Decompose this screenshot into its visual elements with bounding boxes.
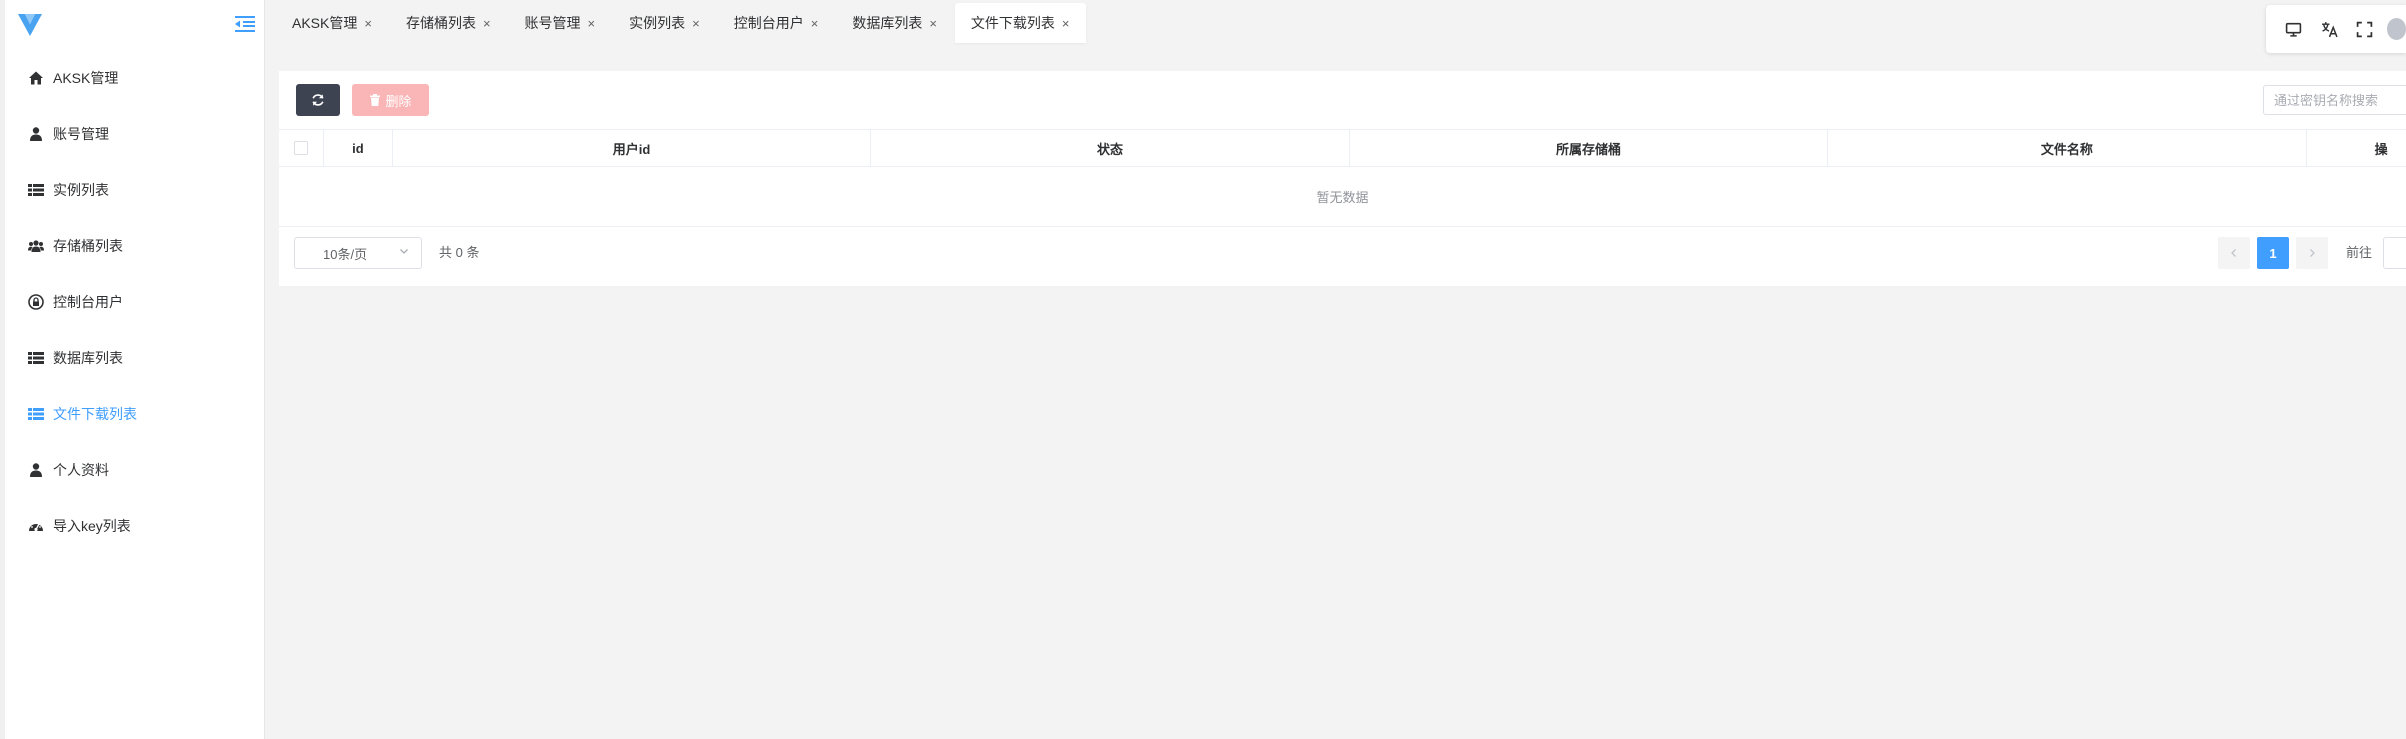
tab-label: 控制台用户 (733, 15, 804, 31)
sidebar-menu: AKSK管理 账号管理 实例列表 存储桶列表 控制台用户 数据库列表 文件下载列… (5, 50, 264, 554)
users-icon (27, 237, 45, 255)
close-icon[interactable]: × (929, 16, 937, 31)
list-icon (27, 405, 45, 423)
tab-aksk[interactable]: AKSK管理 × (276, 3, 388, 43)
sidebar-item-label: 文件下载列表 (53, 406, 137, 422)
select-all-header (279, 130, 325, 166)
sidebar-header (5, 0, 264, 50)
sidebar-item-label: 实例列表 (53, 182, 109, 198)
refresh-icon (312, 94, 324, 106)
tab-databases[interactable]: 数据库列表 × (836, 3, 953, 43)
trash-icon (370, 94, 381, 106)
column-header-status[interactable]: 状态 (871, 130, 1350, 166)
screen-icon[interactable] (2276, 9, 2312, 49)
sidebar-item-buckets[interactable]: 存储桶列表 (5, 218, 264, 274)
home-icon (27, 69, 45, 87)
header-toolbar (2266, 5, 2406, 53)
sidebar-item-label: 存储桶列表 (53, 238, 123, 254)
tab-file-downloads[interactable]: 文件下载列表 × (954, 3, 1086, 43)
dashboard-icon (27, 517, 45, 535)
sidebar-item-aksk[interactable]: AKSK管理 (5, 50, 264, 106)
pagination: 10条/页 共 0 条 1 前往 (279, 228, 2406, 278)
goto-label: 前往 (2346, 245, 2373, 260)
chevron-right-icon (2310, 249, 2315, 257)
user-icon (27, 461, 45, 479)
refresh-button[interactable] (296, 84, 340, 116)
page-size-value: 10条/页 (323, 246, 368, 262)
tab-label: AKSK管理 (292, 15, 358, 31)
page-number-button[interactable]: 1 (2257, 237, 2289, 269)
list-icon (27, 349, 45, 367)
search-input[interactable] (2263, 85, 2406, 115)
column-header-file-name[interactable]: 文件名称 (1828, 130, 2307, 166)
delete-button[interactable]: 删除 (352, 84, 429, 116)
sidebar-item-accounts[interactable]: 账号管理 (5, 106, 264, 162)
chevron-left-icon (2231, 249, 2236, 257)
tabs-bar: AKSK管理 × 存储桶列表 × 账号管理 × 实例列表 × 控制台用户 × 数… (276, 0, 1088, 46)
chevron-down-icon (400, 249, 408, 254)
sidebar-item-profile[interactable]: 个人资料 (5, 442, 264, 498)
sidebar-item-console-users[interactable]: 控制台用户 (5, 274, 264, 330)
sidebar-item-instances[interactable]: 实例列表 (5, 162, 264, 218)
close-icon[interactable]: × (811, 16, 819, 31)
column-header-actions[interactable]: 操 (2307, 130, 2406, 166)
close-icon[interactable]: × (692, 16, 700, 31)
tab-instances[interactable]: 实例列表 × (613, 3, 716, 43)
tab-console-users[interactable]: 控制台用户 × (718, 3, 835, 43)
empty-state: 暂无数据 (279, 167, 2406, 227)
sidebar-item-label: 导入key列表 (53, 518, 131, 534)
tab-accounts[interactable]: 账号管理 × (509, 3, 612, 43)
close-icon[interactable]: × (364, 16, 372, 31)
sidebar: AKSK管理 账号管理 实例列表 存储桶列表 控制台用户 数据库列表 文件下载列… (0, 0, 265, 739)
sidebar-item-label: 数据库列表 (53, 350, 123, 366)
delete-label: 删除 (385, 93, 412, 109)
tab-label: 文件下载列表 (970, 15, 1055, 31)
sidebar-item-label: 个人资料 (53, 462, 109, 478)
tab-label: 实例列表 (629, 15, 686, 31)
select-all-checkbox[interactable] (294, 141, 309, 155)
sidebar-item-label: 账号管理 (53, 126, 109, 142)
collapse-menu-icon[interactable] (235, 15, 255, 33)
list-icon (27, 181, 45, 199)
close-icon[interactable]: × (483, 16, 491, 31)
sidebar-item-databases[interactable]: 数据库列表 (5, 330, 264, 386)
tab-label: 账号管理 (524, 15, 581, 31)
column-header-bucket[interactable]: 所属存储桶 (1350, 130, 1829, 166)
sidebar-item-import-keys[interactable]: 导入key列表 (5, 498, 264, 554)
column-header-user-id[interactable]: 用户id (393, 130, 872, 166)
content-card: 删除 id 用户id 状态 所属存储桶 文件名称 操 暂无数据 10条/页 共 … (279, 71, 2406, 286)
sidebar-item-label: 控制台用户 (53, 294, 123, 310)
tab-label: 存储桶列表 (405, 15, 476, 31)
user-icon (27, 125, 45, 143)
close-icon[interactable]: × (588, 16, 596, 31)
table-header: id 用户id 状态 所属存储桶 文件名称 操 (279, 129, 2406, 167)
goto-page-input[interactable] (2383, 237, 2406, 269)
page-size-select[interactable]: 10条/页 (294, 237, 422, 269)
tab-label: 数据库列表 (852, 15, 923, 31)
tab-buckets[interactable]: 存储桶列表 × (390, 3, 507, 43)
app-logo-icon[interactable] (16, 12, 44, 38)
lock-icon (27, 293, 45, 311)
total-count: 共 0 条 (439, 245, 480, 260)
data-table: id 用户id 状态 所属存储桶 文件名称 操 暂无数据 (279, 129, 2406, 227)
next-page-button[interactable] (2296, 237, 2328, 269)
sidebar-item-label: AKSK管理 (53, 70, 119, 86)
prev-page-button[interactable] (2218, 237, 2250, 269)
sidebar-item-file-downloads[interactable]: 文件下载列表 (5, 386, 264, 442)
translate-icon[interactable] (2312, 9, 2348, 49)
column-header-id[interactable]: id (324, 130, 393, 166)
close-icon[interactable]: × (1062, 16, 1070, 31)
avatar[interactable] (2386, 18, 2406, 40)
fullscreen-icon[interactable] (2347, 9, 2383, 49)
